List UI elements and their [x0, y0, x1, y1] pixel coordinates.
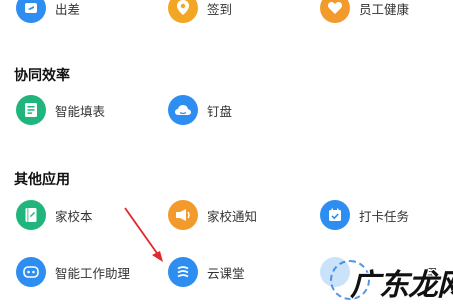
watermark-text: 广东龙网 [350, 268, 453, 303]
watermark: 广东龙网 [330, 258, 453, 303]
annotation-arrow [124, 207, 163, 262]
